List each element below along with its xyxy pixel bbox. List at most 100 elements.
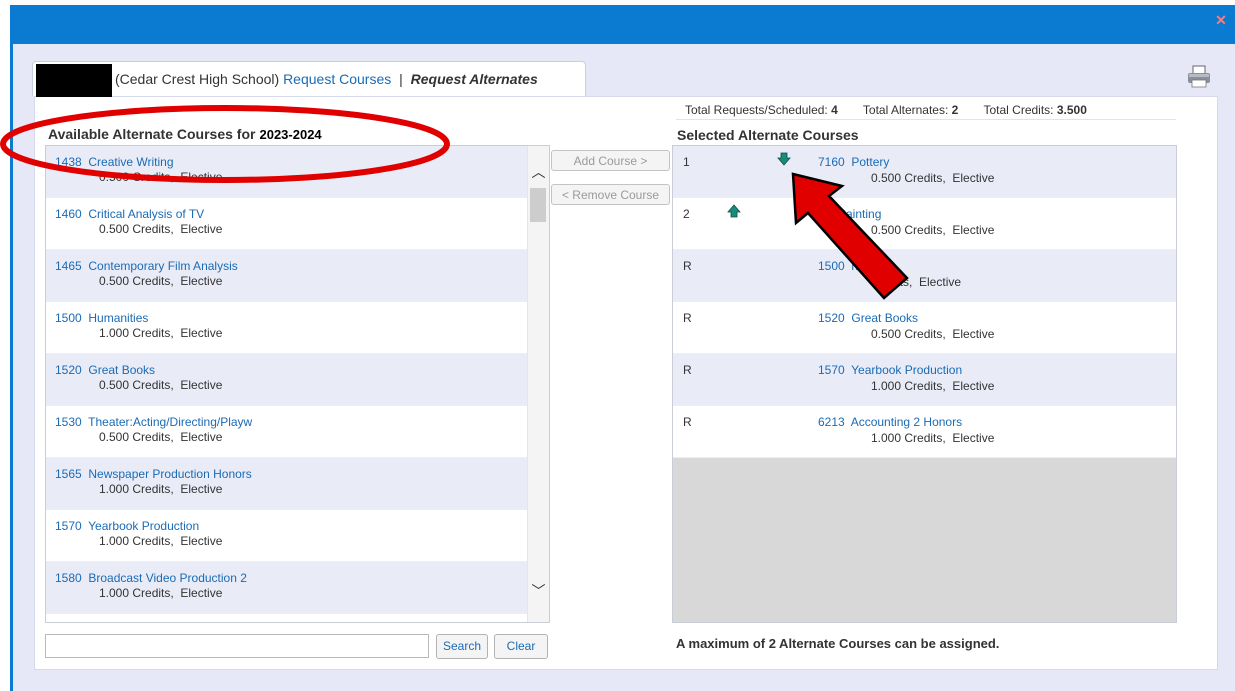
course-title-line: 1530 Theater:Acting/Directing/Playw: [55, 415, 527, 429]
total-alternates-label: Total Alternates:: [862, 103, 949, 117]
available-scrollbar[interactable]: ︿ ﹀: [527, 146, 549, 622]
printer-icon[interactable]: [1186, 64, 1212, 90]
course-title-line: 1500 nities: [818, 259, 879, 273]
course-detail: 1.000 Credits, Elective: [99, 534, 223, 548]
total-credits-label: Total Credits:: [983, 103, 1054, 117]
course-link[interactable]: 1500 Humanities: [55, 311, 148, 325]
course-link[interactable]: 1570 Yearbook Production: [818, 363, 962, 377]
course-link[interactable]: 1565 Newspaper Production Honors: [55, 467, 252, 481]
course-detail: 1.000 Credits, Elective: [871, 431, 995, 445]
course-detail: 0.500 Credits, Elective: [99, 170, 223, 184]
available-course-row[interactable]: 1565 Newspaper Production Honors 1.000 Cr…: [46, 458, 527, 510]
course-title-line: 1520 Great Books: [818, 311, 918, 325]
course-link[interactable]: 6213 Accounting 2 Honors: [818, 415, 962, 429]
course-rank: R: [683, 415, 692, 429]
selected-course-row[interactable]: R 1500 nities Credits, Elective: [673, 250, 1176, 302]
total-credits-value: 3.500: [1056, 103, 1087, 117]
course-rank: R: [683, 259, 692, 273]
course-detail: 1.000 Credits, Elective: [871, 379, 995, 393]
clear-button[interactable]: Clear: [494, 634, 548, 659]
selected-rows: 1 7160 Pottery 0.500 Credits, Elective 2 Pa…: [673, 146, 1176, 458]
course-detail: 0.500 Credits, Elective: [871, 223, 995, 237]
available-rows: 1438 Creative Writing 0.500 Credits, Elec…: [46, 146, 527, 614]
course-title-line: 1565 Newspaper Production Honors: [55, 467, 527, 481]
available-courses-list[interactable]: 1438 Creative Writing 0.500 Credits, Elec…: [45, 145, 550, 623]
course-detail: 0.500 Credits, Elective: [871, 171, 995, 185]
tab-separator: |: [399, 71, 403, 87]
course-title-line: 7160 Pottery: [818, 155, 889, 169]
course-rank: R: [683, 311, 692, 325]
course-detail: 0.500 Credits, Elective: [99, 222, 223, 236]
school-name: (Cedar Crest High School): [115, 71, 280, 87]
available-course-row[interactable]: 1520 Great Books 0.500 Credits, Elective: [46, 354, 527, 406]
course-link[interactable]: 1570 Yearbook Production: [55, 519, 199, 533]
available-course-row[interactable]: 1570 Yearbook Production 1.000 Credits, E…: [46, 510, 527, 562]
course-link[interactable]: 1465 Contemporary Film Analysis: [55, 259, 238, 273]
course-detail: 1.000 Credits, Elective: [99, 482, 223, 496]
max-alternates-note: A maximum of 2 Alternate Courses can be …: [676, 636, 1000, 651]
available-course-row[interactable]: 1465 Contemporary Film Analysis 0.500 Cre…: [46, 250, 527, 302]
available-course-row[interactable]: 1500 Humanities 1.000 Credits, Elective: [46, 302, 527, 354]
selected-courses-heading: Selected Alternate Courses: [677, 127, 859, 143]
scroll-down-icon[interactable]: ﹀: [528, 581, 549, 601]
course-link[interactable]: Painting: [818, 207, 881, 221]
total-requests-value: 4: [831, 103, 838, 117]
course-title-line: 1580 Broadcast Video Production 2: [55, 571, 527, 585]
school-year: 2023-2024: [259, 127, 322, 142]
course-detail: 0.500 Credits, Elective: [871, 327, 995, 341]
stats-divider: [676, 119, 1176, 120]
course-link[interactable]: 1520 Great Books: [818, 311, 918, 325]
scroll-up-icon[interactable]: ︿: [528, 162, 549, 182]
course-detail: 0.500 Credits, Elective: [99, 378, 223, 392]
course-rank: R: [683, 363, 692, 377]
move-up-icon[interactable]: [727, 204, 741, 218]
tab-request-alternates[interactable]: Request Alternates: [411, 71, 538, 87]
remove-course-button[interactable]: < Remove Course: [551, 184, 670, 205]
course-link[interactable]: 1500 nities: [818, 259, 879, 273]
course-link[interactable]: 1460 Critical Analysis of TV: [55, 207, 204, 221]
scroll-thumb[interactable]: [530, 188, 546, 222]
course-title-line: 1570 Yearbook Production: [818, 363, 962, 377]
search-button[interactable]: Search: [436, 634, 488, 659]
course-title-line: 1438 Creative Writing: [55, 155, 527, 169]
add-course-button[interactable]: Add Course >: [551, 150, 670, 171]
course-detail: 1.000 Credits, Elective: [99, 586, 223, 600]
available-course-row[interactable]: 1438 Creative Writing 0.500 Credits, Elec…: [46, 146, 527, 198]
course-detail: Credits, Elective: [871, 275, 962, 289]
available-course-row[interactable]: 1460 Critical Analysis of TV 0.500 Credit…: [46, 198, 527, 250]
stats-bar: Total Requests/Scheduled: 4 Total Altern…: [685, 103, 1087, 117]
redacted-name: [36, 64, 112, 97]
course-title-line: 1500 Humanities: [55, 311, 527, 325]
selected-course-row[interactable]: 1 7160 Pottery 0.500 Credits, Elective: [673, 146, 1176, 198]
selected-course-row[interactable]: R 1520 Great Books 0.500 Credits, Elective: [673, 302, 1176, 354]
search-input[interactable]: [45, 634, 429, 658]
selected-courses-list[interactable]: 1 7160 Pottery 0.500 Credits, Elective 2 Pa…: [672, 145, 1177, 623]
course-title-line: 1520 Great Books: [55, 363, 527, 377]
course-link[interactable]: 1438 Creative Writing: [55, 155, 174, 169]
selected-course-row[interactable]: R 1570 Yearbook Production 1.000 Credits, …: [673, 354, 1176, 406]
available-course-row[interactable]: 1580 Broadcast Video Production 2 1.000 C…: [46, 562, 527, 614]
total-alternates-value: 2: [951, 103, 959, 117]
available-course-row[interactable]: 1530 Theater:Acting/Directing/Playw 0.500…: [46, 406, 527, 458]
course-detail: 0.500 Credits, Elective: [99, 274, 223, 288]
selected-course-row[interactable]: 2 Painting 0.500 Credits, Elective: [673, 198, 1176, 250]
course-link[interactable]: 1580 Broadcast Video Production 2: [55, 571, 247, 585]
course-link[interactable]: 1530 Theater:Acting/Directing/Playw: [55, 415, 252, 429]
course-rank: 2: [683, 207, 690, 221]
course-title-line: 1465 Contemporary Film Analysis: [55, 259, 527, 273]
available-courses-heading: Available Alternate Courses for 2023-2024: [48, 126, 322, 142]
close-icon[interactable]: ✕: [1213, 12, 1229, 28]
course-link[interactable]: 7160 Pottery: [818, 155, 889, 169]
course-title-line: 1570 Yearbook Production: [55, 519, 527, 533]
titlebar-bar: [10, 5, 1235, 44]
selected-course-row[interactable]: R 6213 Accounting 2 Honors 1.000 Credits, …: [673, 406, 1176, 458]
dialog-titlebar: ✕: [0, 0, 1235, 44]
total-requests-label: Total Requests/Scheduled:: [685, 103, 828, 117]
course-title-line: 1460 Critical Analysis of TV: [55, 207, 527, 221]
course-link[interactable]: 1520 Great Books: [55, 363, 155, 377]
move-down-icon[interactable]: [777, 152, 791, 166]
request-courses-link[interactable]: Request Courses: [283, 71, 391, 87]
course-detail: 1.000 Credits, Elective: [99, 326, 223, 340]
course-detail: 0.500 Credits, Elective: [99, 430, 223, 444]
course-title-line: Painting: [818, 207, 881, 221]
